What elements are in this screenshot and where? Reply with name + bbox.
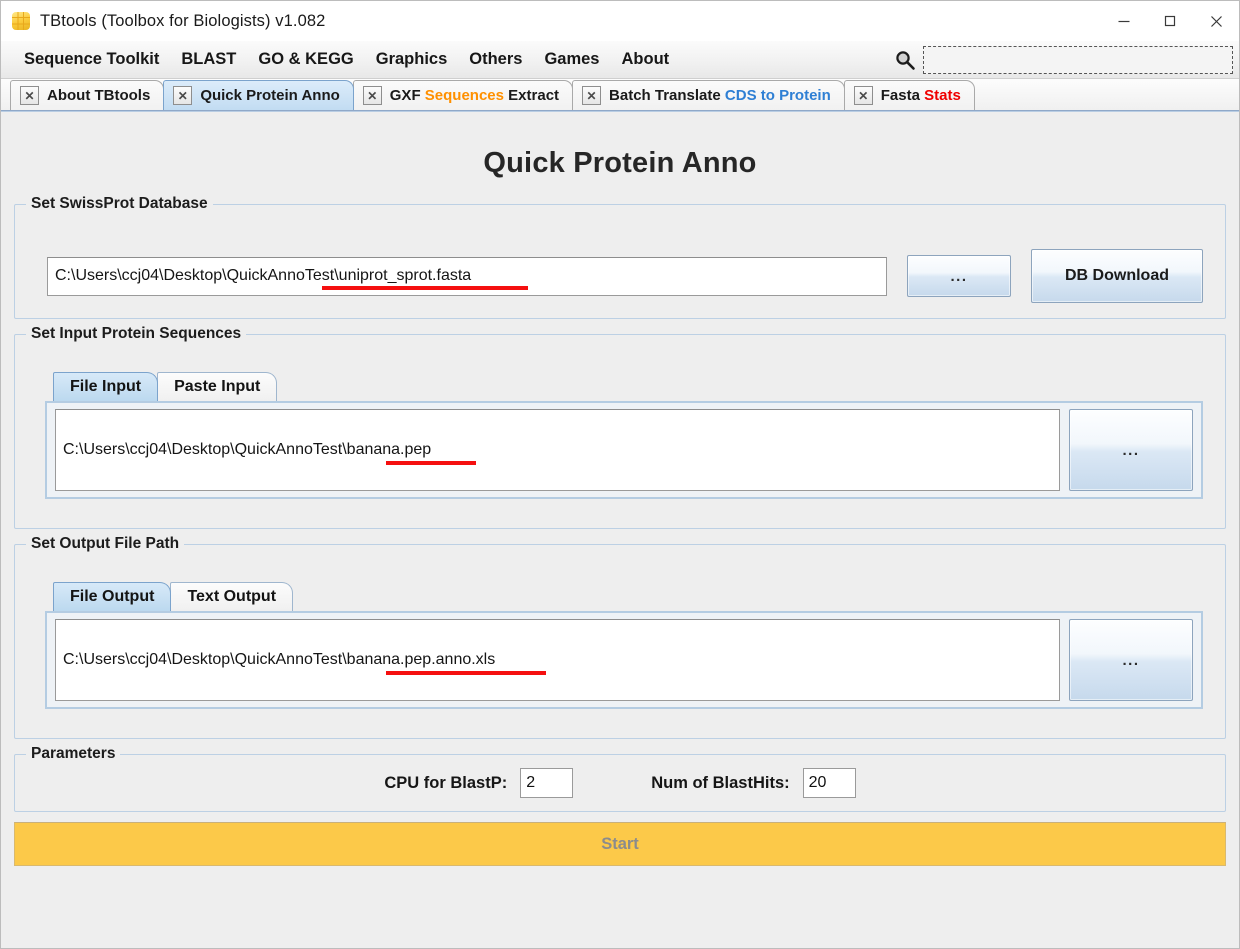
application-window: TBtools (Toolbox for Biologists) v1.082 … <box>0 0 1240 949</box>
search-input[interactable] <box>923 46 1233 74</box>
group-legend: Parameters <box>26 745 121 763</box>
swissprot-path-field[interactable]: C:\Users\ccj04\Desktop\QuickAnnoTest\uni… <box>47 256 887 296</box>
tbtools-grid-icon <box>12 12 30 30</box>
menu-item-about[interactable]: About <box>611 50 681 69</box>
group-legend: Set Output File Path <box>26 535 185 553</box>
close-button[interactable] <box>1193 1 1239 41</box>
title-bar: TBtools (Toolbox for Biologists) v1.082 <box>1 1 1239 41</box>
menu-item-sequence-toolkit[interactable]: Sequence Toolkit <box>13 50 170 69</box>
window-title: TBtools (Toolbox for Biologists) v1.082 <box>40 11 326 30</box>
num-of-blasthits-param: Num of BlastHits: <box>651 768 856 798</box>
output-tab-body: C:\Users\ccj04\Desktop\QuickAnnoTest\ban… <box>45 611 1203 709</box>
tab-label: About TBtools <box>47 87 151 104</box>
main-content-panel: Quick Protein Anno Set SwissProt Databas… <box>1 111 1239 948</box>
group-legend: Set SwissProt Database <box>26 195 213 213</box>
tab-label: Fasta Stats <box>880 87 961 104</box>
tab-gxf-sequences-extract[interactable]: ✕ GXF Sequences Extract <box>352 80 574 110</box>
main-tab-strip: ✕ About TBtools ✕ Quick Protein Anno ✕ G… <box>1 79 1239 111</box>
menu-item-graphics[interactable]: Graphics <box>365 50 459 69</box>
tab-batch-translate-cds-to-protein[interactable]: ✕ Batch Translate CDS to Protein <box>572 80 845 110</box>
cpu-for-blastp-param: CPU for BlastP: <box>384 768 574 798</box>
cpu-for-blastp-label: CPU for BlastP: <box>384 773 508 792</box>
output-tab-headers: File Output Text Output <box>45 581 1203 611</box>
tab-label: Quick Protein Anno <box>200 87 340 104</box>
menu-item-others[interactable]: Others <box>458 50 533 69</box>
close-icon[interactable]: ✕ <box>362 86 382 105</box>
output-tabbed-pane: File Output Text Output C:\Users\ccj04\D… <box>45 581 1203 709</box>
red-underline-marker <box>386 671 546 675</box>
tab-file-output[interactable]: File Output <box>53 582 172 611</box>
output-path-field[interactable]: C:\Users\ccj04\Desktop\QuickAnnoTest\ban… <box>55 619 1060 701</box>
group-legend: Set Input Protein Sequences <box>26 325 247 343</box>
input-browse-button[interactable]: ... <box>1069 409 1193 491</box>
tab-fasta-stats[interactable]: ✕ Fasta Stats <box>843 80 975 110</box>
menu-item-go-kegg[interactable]: GO & KEGG <box>247 50 364 69</box>
minimize-button[interactable] <box>1101 1 1147 41</box>
parameters-row: CPU for BlastP: Num of BlastHits: <box>15 755 1225 816</box>
window-controls <box>1101 1 1239 41</box>
swissprot-database-group: Set SwissProt Database C:\Users\ccj04\De… <box>14 195 1226 319</box>
output-file-path-group: Set Output File Path File Output Text Ou… <box>14 535 1226 739</box>
output-browse-button[interactable]: ... <box>1069 619 1193 701</box>
close-icon[interactable]: ✕ <box>20 86 39 105</box>
input-tabbed-pane: File Input Paste Input C:\Users\ccj04\De… <box>45 371 1203 499</box>
close-icon[interactable]: ✕ <box>582 86 602 105</box>
start-button[interactable]: Start <box>14 822 1226 866</box>
input-tab-body: C:\Users\ccj04\Desktop\QuickAnnoTest\ban… <box>45 401 1203 499</box>
input-path-field[interactable]: C:\Users\ccj04\Desktop\QuickAnnoTest\ban… <box>55 409 1060 491</box>
close-icon[interactable]: ✕ <box>853 86 873 105</box>
input-path-value: C:\Users\ccj04\Desktop\QuickAnnoTest\ban… <box>63 441 432 458</box>
search-icon[interactable] <box>894 49 916 71</box>
db-download-button[interactable]: DB Download <box>1031 249 1203 303</box>
input-protein-sequences-group: Set Input Protein Sequences File Input P… <box>14 325 1226 529</box>
swissprot-path-value: C:\Users\ccj04\Desktop\QuickAnnoTest\uni… <box>55 267 472 284</box>
page-title: Quick Protein Anno <box>483 147 757 179</box>
tab-label: Batch Translate CDS to Protein <box>609 87 831 104</box>
menu-search-area <box>894 41 1233 79</box>
menu-item-games[interactable]: Games <box>533 50 610 69</box>
input-tab-headers: File Input Paste Input <box>45 371 1203 401</box>
menu-item-blast[interactable]: BLAST <box>170 50 247 69</box>
tab-file-input[interactable]: File Input <box>53 372 159 401</box>
tab-about-tbtools[interactable]: ✕ About TBtools <box>10 80 165 110</box>
red-underline-marker <box>386 461 476 465</box>
parameters-group: Parameters CPU for BlastP: Num of BlastH… <box>14 745 1226 812</box>
swissprot-browse-button[interactable]: ... <box>907 255 1011 297</box>
cpu-for-blastp-input[interactable] <box>520 768 574 798</box>
red-underline-marker <box>322 285 528 290</box>
maximize-button[interactable] <box>1147 1 1193 41</box>
output-path-value: C:\Users\ccj04\Desktop\QuickAnnoTest\ban… <box>63 651 496 668</box>
tab-text-output[interactable]: Text Output <box>170 582 294 611</box>
close-icon[interactable]: ✕ <box>173 86 193 105</box>
num-of-blasthits-input[interactable] <box>802 768 856 798</box>
tab-quick-protein-anno[interactable]: ✕ Quick Protein Anno <box>163 80 354 110</box>
num-of-blasthits-label: Num of BlastHits: <box>651 773 790 792</box>
menu-bar: Sequence Toolkit BLAST GO & KEGG Graphic… <box>1 41 1239 79</box>
tab-label: GXF Sequences Extract <box>389 87 560 104</box>
tab-paste-input[interactable]: Paste Input <box>157 372 278 401</box>
